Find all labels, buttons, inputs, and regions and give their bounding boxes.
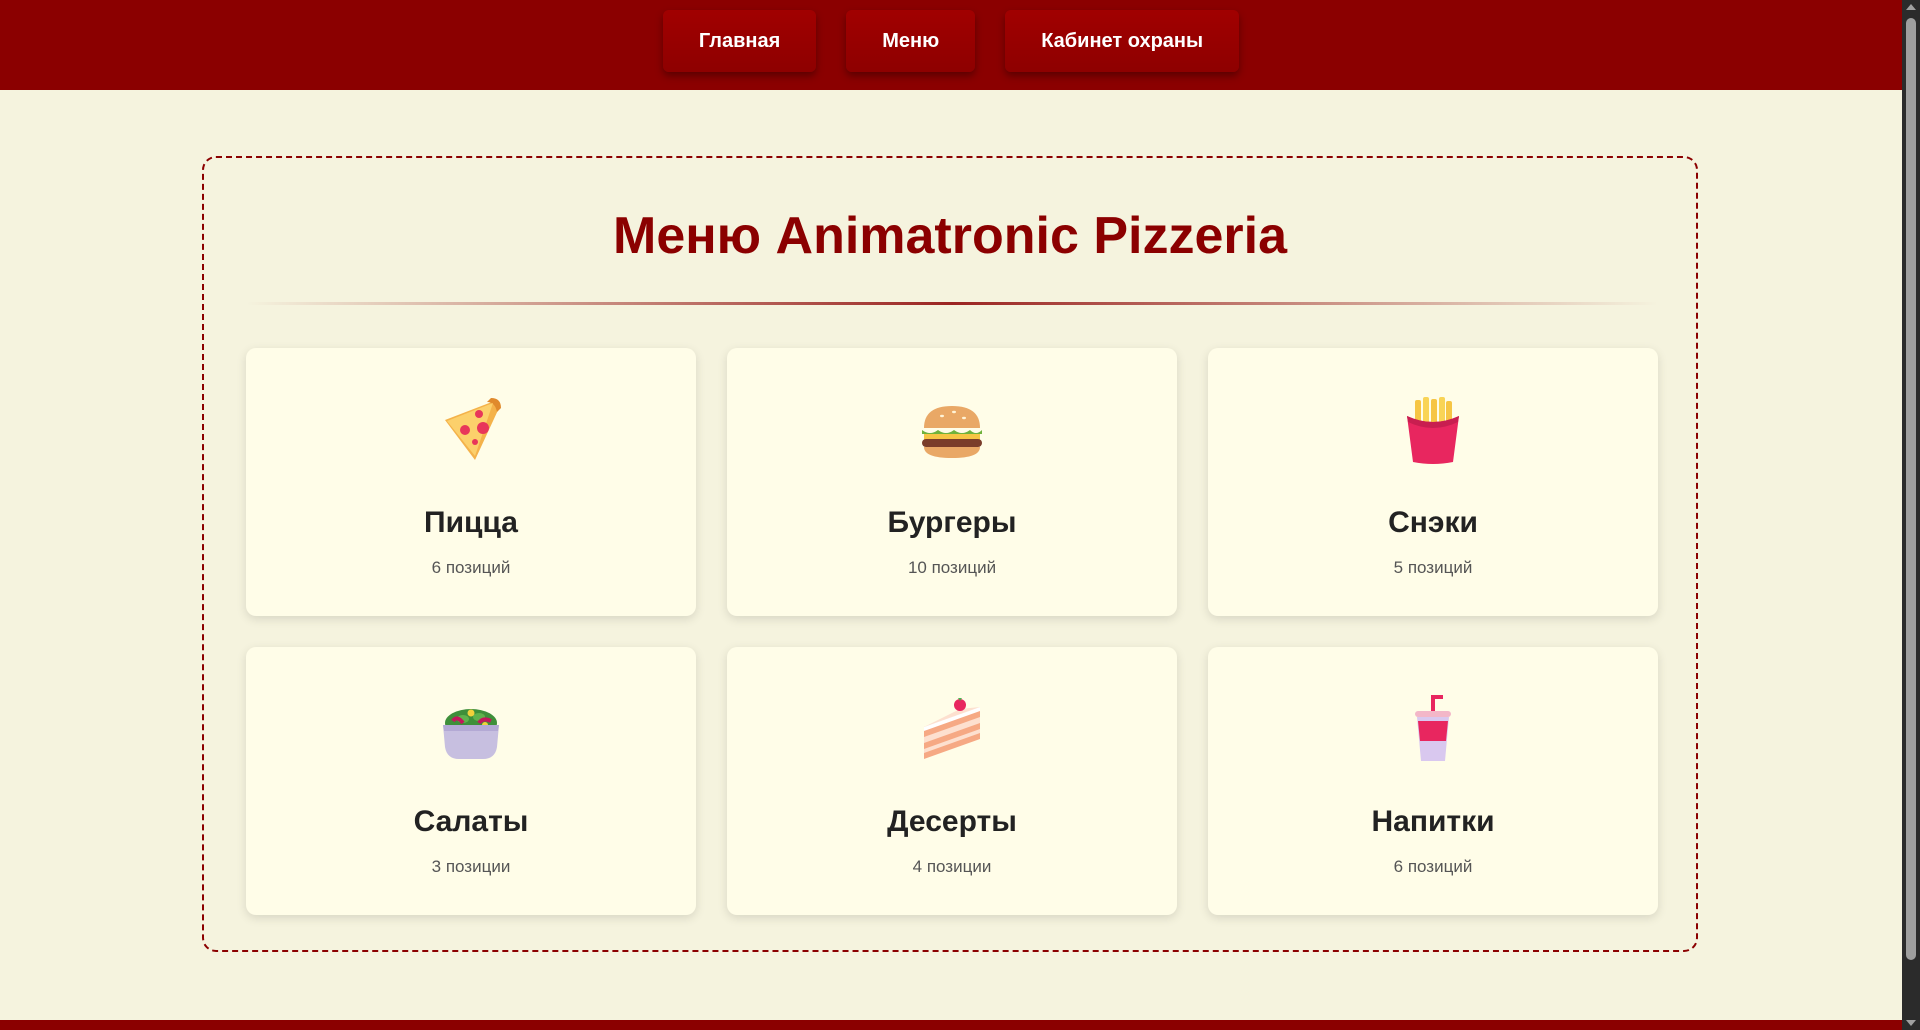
category-name: Снэки — [1388, 506, 1478, 539]
nav-security-office-button[interactable]: Кабинет охраны — [1005, 10, 1240, 72]
category-card-burgers[interactable]: Бургеры 10 позиций — [727, 348, 1177, 616]
category-card-pizza[interactable]: Пицца 6 позиций — [246, 348, 696, 616]
category-name: Напитки — [1371, 805, 1495, 838]
category-count: 4 позиции — [912, 857, 992, 876]
scrollbar-thumb[interactable] — [1906, 18, 1916, 960]
category-grid: Пицца 6 позиций Бургеры 10 позиций Снэки… — [246, 348, 1658, 915]
drink-icon — [1397, 693, 1469, 765]
category-card-salads[interactable]: Салаты 3 позиции — [246, 647, 696, 915]
scroll-up-icon[interactable] — [1906, 4, 1916, 10]
menu-container: Меню Animatronic Pizzeria Пицца 6 позици… — [202, 156, 1698, 952]
pizza-icon — [435, 394, 507, 466]
nav-home-button[interactable]: Главная — [662, 10, 817, 72]
category-count: 6 позиций — [431, 558, 511, 577]
category-count: 5 позиций — [1393, 558, 1473, 577]
category-card-drinks[interactable]: Напитки 6 позиций — [1208, 647, 1658, 915]
fries-icon — [1397, 394, 1469, 466]
category-name: Салаты — [413, 805, 529, 838]
top-nav: Главная Меню Кабинет охраны — [0, 0, 1902, 90]
page: Главная Меню Кабинет охраны Меню Animatr… — [0, 0, 1920, 1030]
category-count: 6 позиций — [1393, 857, 1473, 876]
category-name: Десерты — [887, 805, 1017, 838]
burger-icon — [916, 394, 988, 466]
cake-icon — [916, 693, 988, 765]
category-count: 3 позиции — [431, 857, 511, 876]
footer-bar — [0, 1020, 1902, 1030]
category-name: Бургеры — [887, 506, 1017, 539]
scrollbar[interactable] — [1902, 0, 1920, 1030]
category-name: Пицца — [424, 506, 518, 539]
nav-menu-button[interactable]: Меню — [846, 10, 976, 72]
scroll-down-icon[interactable] — [1906, 1020, 1916, 1026]
category-card-desserts[interactable]: Десерты 4 позиции — [727, 647, 1177, 915]
category-card-snacks[interactable]: Снэки 5 позиций — [1208, 348, 1658, 616]
page-title: Меню Animatronic Pizzeria — [613, 207, 1287, 265]
category-count: 10 позиций — [907, 558, 997, 577]
salad-icon — [435, 693, 507, 765]
title-divider — [246, 302, 1658, 305]
